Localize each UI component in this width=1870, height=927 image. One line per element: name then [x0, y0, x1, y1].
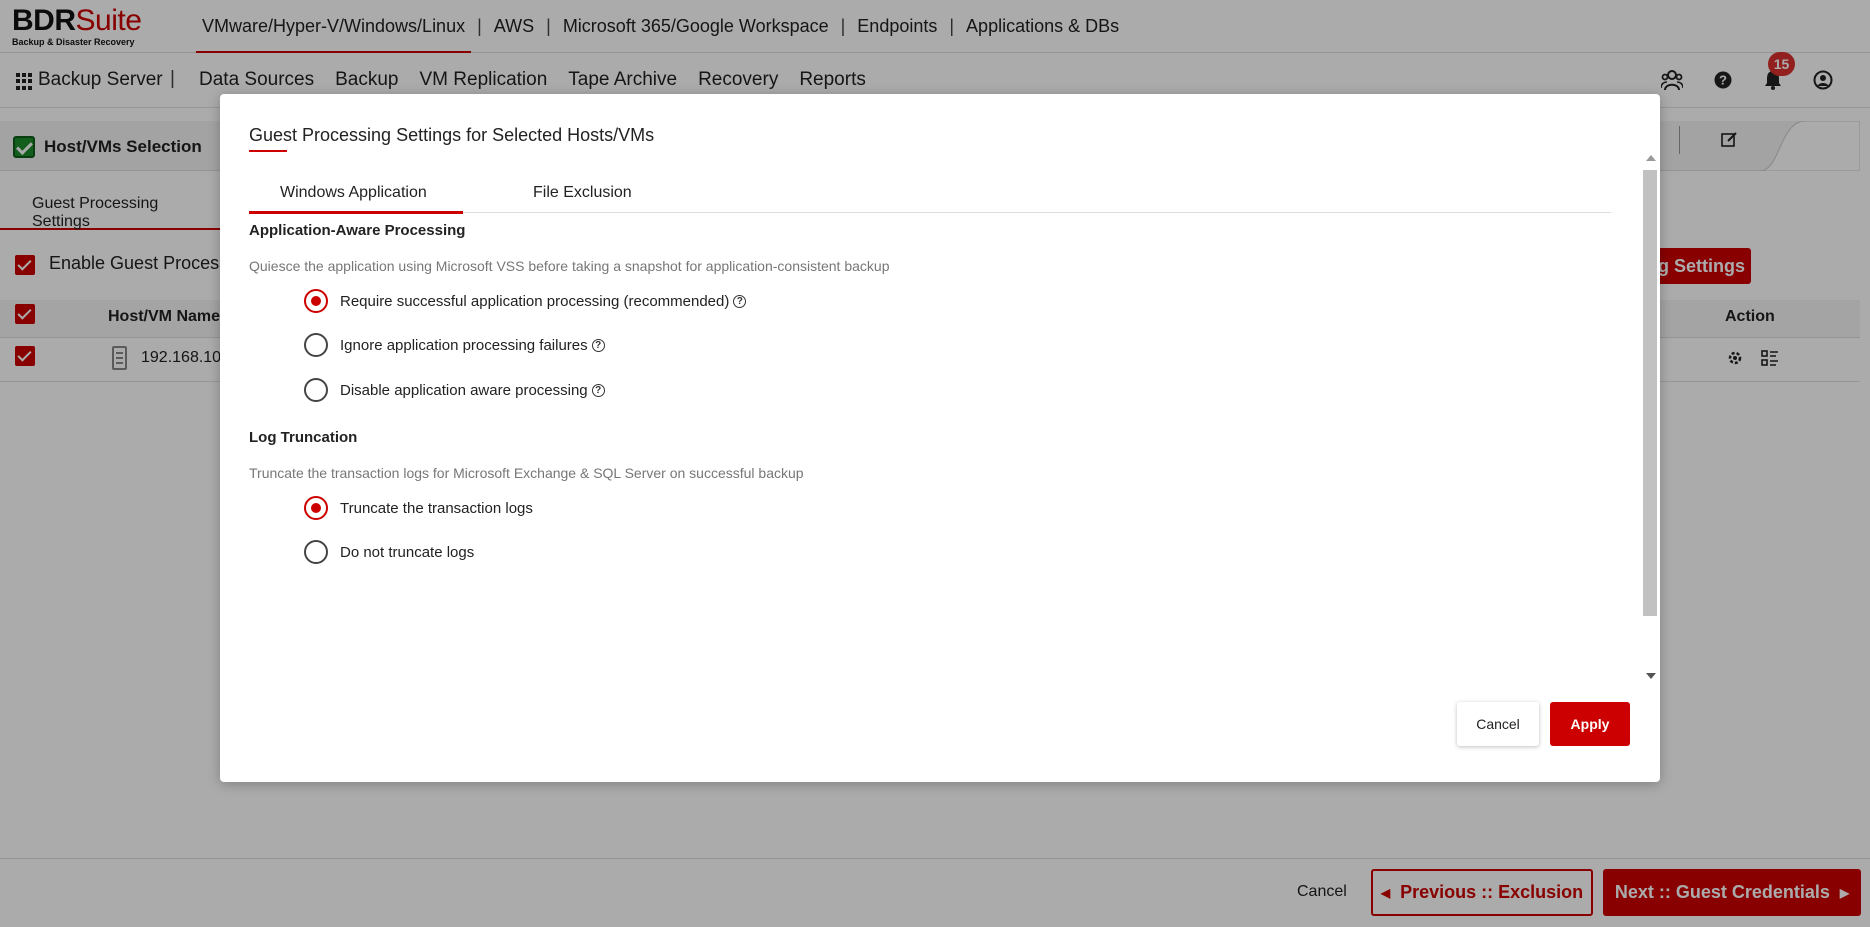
tab-file-exclusion[interactable]: File Exclusion	[513, 174, 633, 214]
scroll-up-arrow-icon[interactable]	[1646, 155, 1656, 161]
help-icon[interactable]: ?	[591, 338, 605, 352]
radio-label: Truncate the transaction logs	[340, 499, 533, 517]
modal-scrollbar[interactable]	[1643, 154, 1657, 682]
help-icon[interactable]: ?	[733, 294, 747, 308]
radio-require-successful-processing[interactable]: Require successful application processin…	[304, 288, 747, 314]
help-icon[interactable]: ?	[591, 383, 605, 397]
title-accent-underline	[249, 150, 287, 152]
modal-cancel-button[interactable]: Cancel	[1457, 702, 1539, 746]
radio-label: Do not truncate logs	[340, 543, 475, 561]
radio-button[interactable]	[304, 333, 328, 357]
radio-button[interactable]	[304, 289, 328, 313]
radio-disable-app-aware-processing[interactable]: Disable application aware processing ?	[304, 377, 605, 403]
app-aware-processing-title: Application-Aware Processing	[249, 222, 466, 239]
radio-truncate-transaction-logs[interactable]: Truncate the transaction logs	[304, 495, 533, 521]
radio-label: Require successful application processin…	[340, 292, 730, 310]
log-truncation-title: Log Truncation	[249, 429, 358, 446]
radio-label: Ignore application processing failures	[340, 336, 588, 354]
radio-do-not-truncate-logs[interactable]: Do not truncate logs	[304, 539, 474, 565]
app-aware-processing-description: Quiesce the application using Microsoft …	[249, 258, 890, 274]
modal-title: Guest Processing Settings for Selected H…	[249, 125, 655, 145]
radio-button[interactable]	[304, 496, 328, 520]
tab-windows-application[interactable]: Windows Application	[249, 174, 463, 214]
modal-apply-button[interactable]: Apply	[1550, 702, 1630, 746]
radio-button[interactable]	[304, 540, 328, 564]
scrollbar-thumb[interactable]	[1643, 170, 1657, 616]
radio-button[interactable]	[304, 378, 328, 402]
log-truncation-description: Truncate the transaction logs for Micros…	[249, 465, 804, 481]
radio-ignore-processing-failures[interactable]: Ignore application processing failures ?	[304, 332, 605, 358]
radio-label: Disable application aware processing	[340, 381, 588, 399]
scroll-down-arrow-icon[interactable]	[1646, 673, 1656, 679]
guest-processing-settings-modal: Guest Processing Settings for Selected H…	[220, 94, 1660, 782]
